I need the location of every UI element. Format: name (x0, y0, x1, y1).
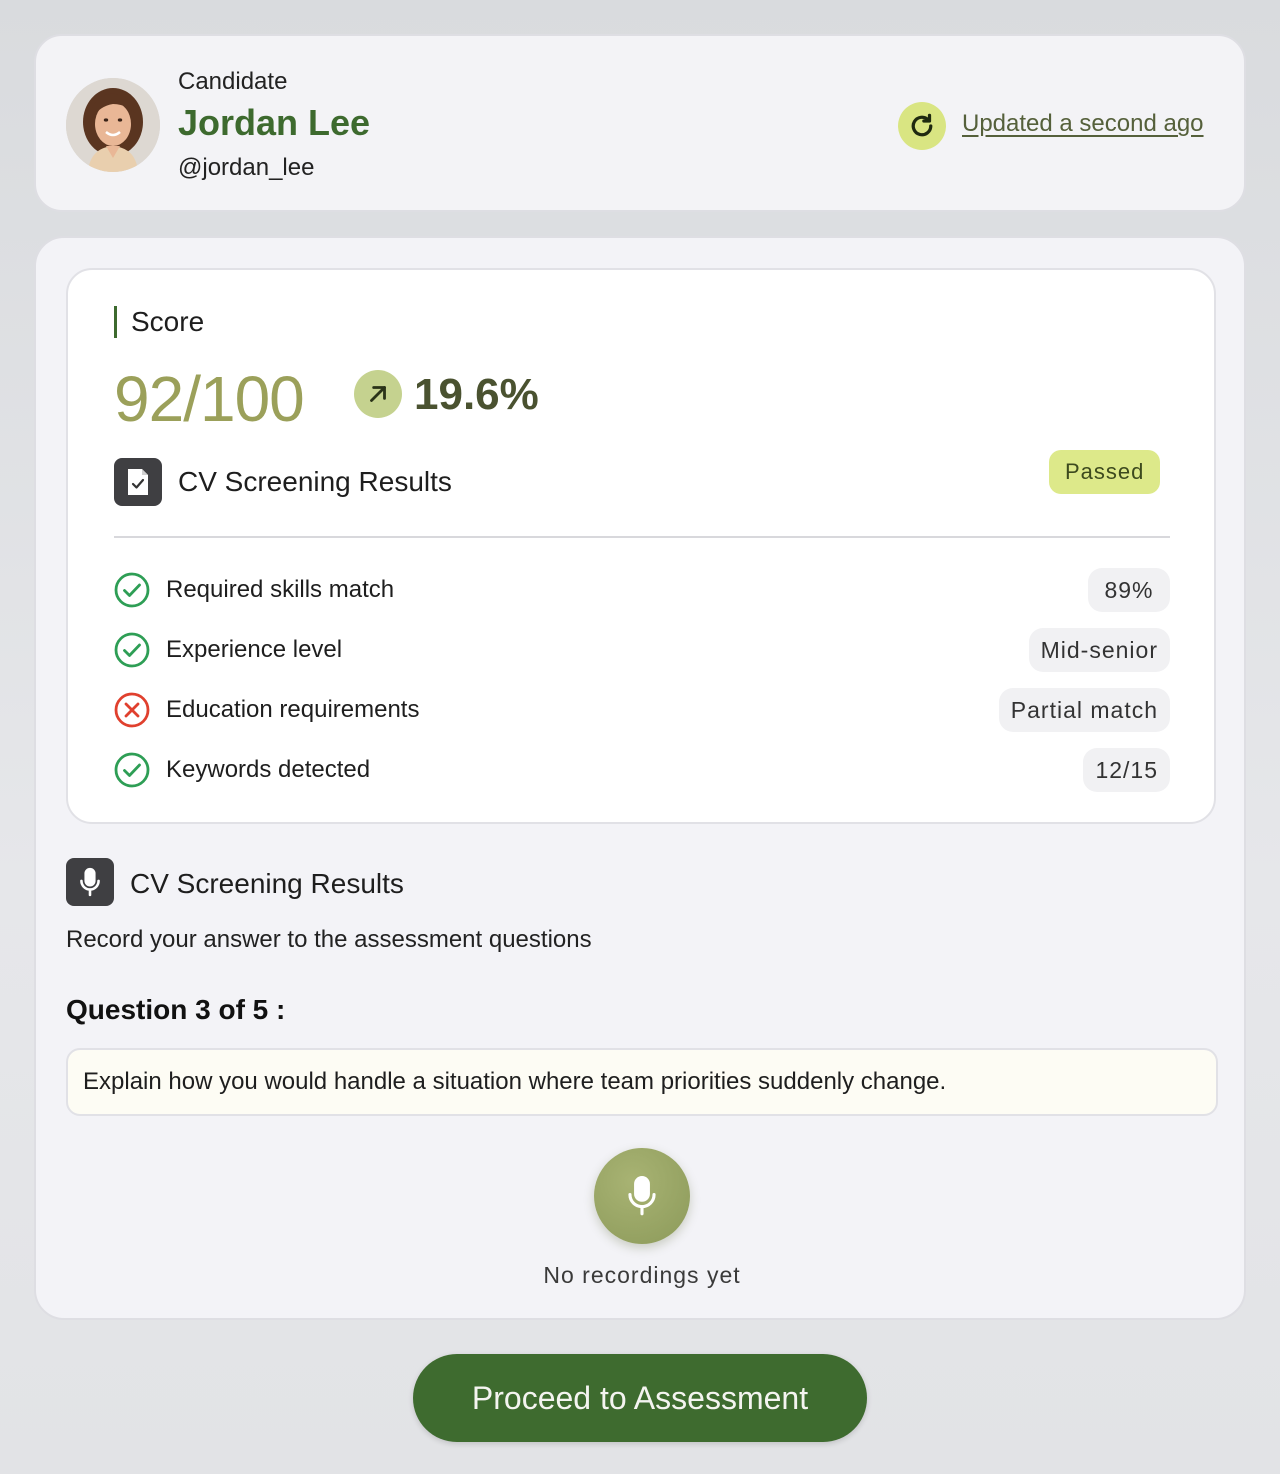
criteria-row: Keywords detected 12/15 (114, 748, 1170, 808)
criteria-list: Required skills match 89% Experience lev… (114, 568, 1170, 808)
score-value: 92/100 (114, 363, 305, 435)
recording-section-title: CV Screening Results (130, 868, 404, 899)
refresh-icon[interactable] (898, 102, 946, 150)
criteria-row: Experience level Mid-senior (114, 628, 1170, 688)
criteria-value: 89% (1088, 568, 1170, 612)
proceed-to-assessment-button[interactable]: Proceed to Assessment (413, 1354, 867, 1442)
microphone-icon (66, 858, 114, 906)
status-badge: Passed (1049, 450, 1161, 494)
candidate-handle: @jordan_lee (178, 154, 315, 181)
avatar-image (66, 78, 160, 172)
record-button[interactable] (594, 1148, 690, 1244)
cv-screening-title: CV Screening Results (178, 466, 452, 497)
document-check-icon (114, 458, 162, 506)
check-circle-icon (114, 572, 150, 608)
recordings-empty-state: No recordings yet (543, 1262, 741, 1288)
question-counter: Question 3 of 5 : (66, 994, 286, 1025)
score-trend-value: 19.6% (414, 370, 539, 419)
criteria-label: Keywords detected (166, 756, 371, 783)
divider (114, 536, 1170, 538)
recording-subtitle: Record your answer to the assessment que… (66, 926, 592, 953)
criteria-label: Required skills match (166, 576, 395, 603)
candidate-name: Jordan Lee (178, 102, 371, 143)
x-circle-icon (114, 692, 150, 728)
check-circle-icon (114, 632, 150, 668)
candidate-label: Candidate (178, 68, 288, 95)
question-text: Explain how you would handle a situation… (66, 1048, 1218, 1116)
criteria-value: 12/15 (1083, 748, 1170, 792)
criteria-row: Required skills match 89% (114, 568, 1170, 628)
assessment-main-card: Score 92/100 19.6% CV Screening Results … (34, 236, 1246, 1320)
criteria-label: Experience level (166, 636, 343, 663)
candidate-header-card: Candidate Jordan Lee @jordan_lee Updated… (34, 34, 1246, 212)
arrow-up-right-icon (354, 370, 402, 418)
check-circle-icon (114, 752, 150, 788)
criteria-value: Mid-senior (1028, 628, 1170, 672)
criteria-value: Partial match (998, 688, 1170, 732)
criteria-row: Education requirements Partial match (114, 688, 1170, 748)
criteria-label: Education requirements (166, 696, 420, 723)
score-card: Score 92/100 19.6% CV Screening Results … (66, 268, 1216, 824)
microphone-icon (628, 1176, 656, 1216)
score-label: Score (114, 306, 204, 338)
avatar (66, 78, 160, 172)
updated-timestamp-link[interactable]: Updated a second ago (962, 110, 1204, 138)
